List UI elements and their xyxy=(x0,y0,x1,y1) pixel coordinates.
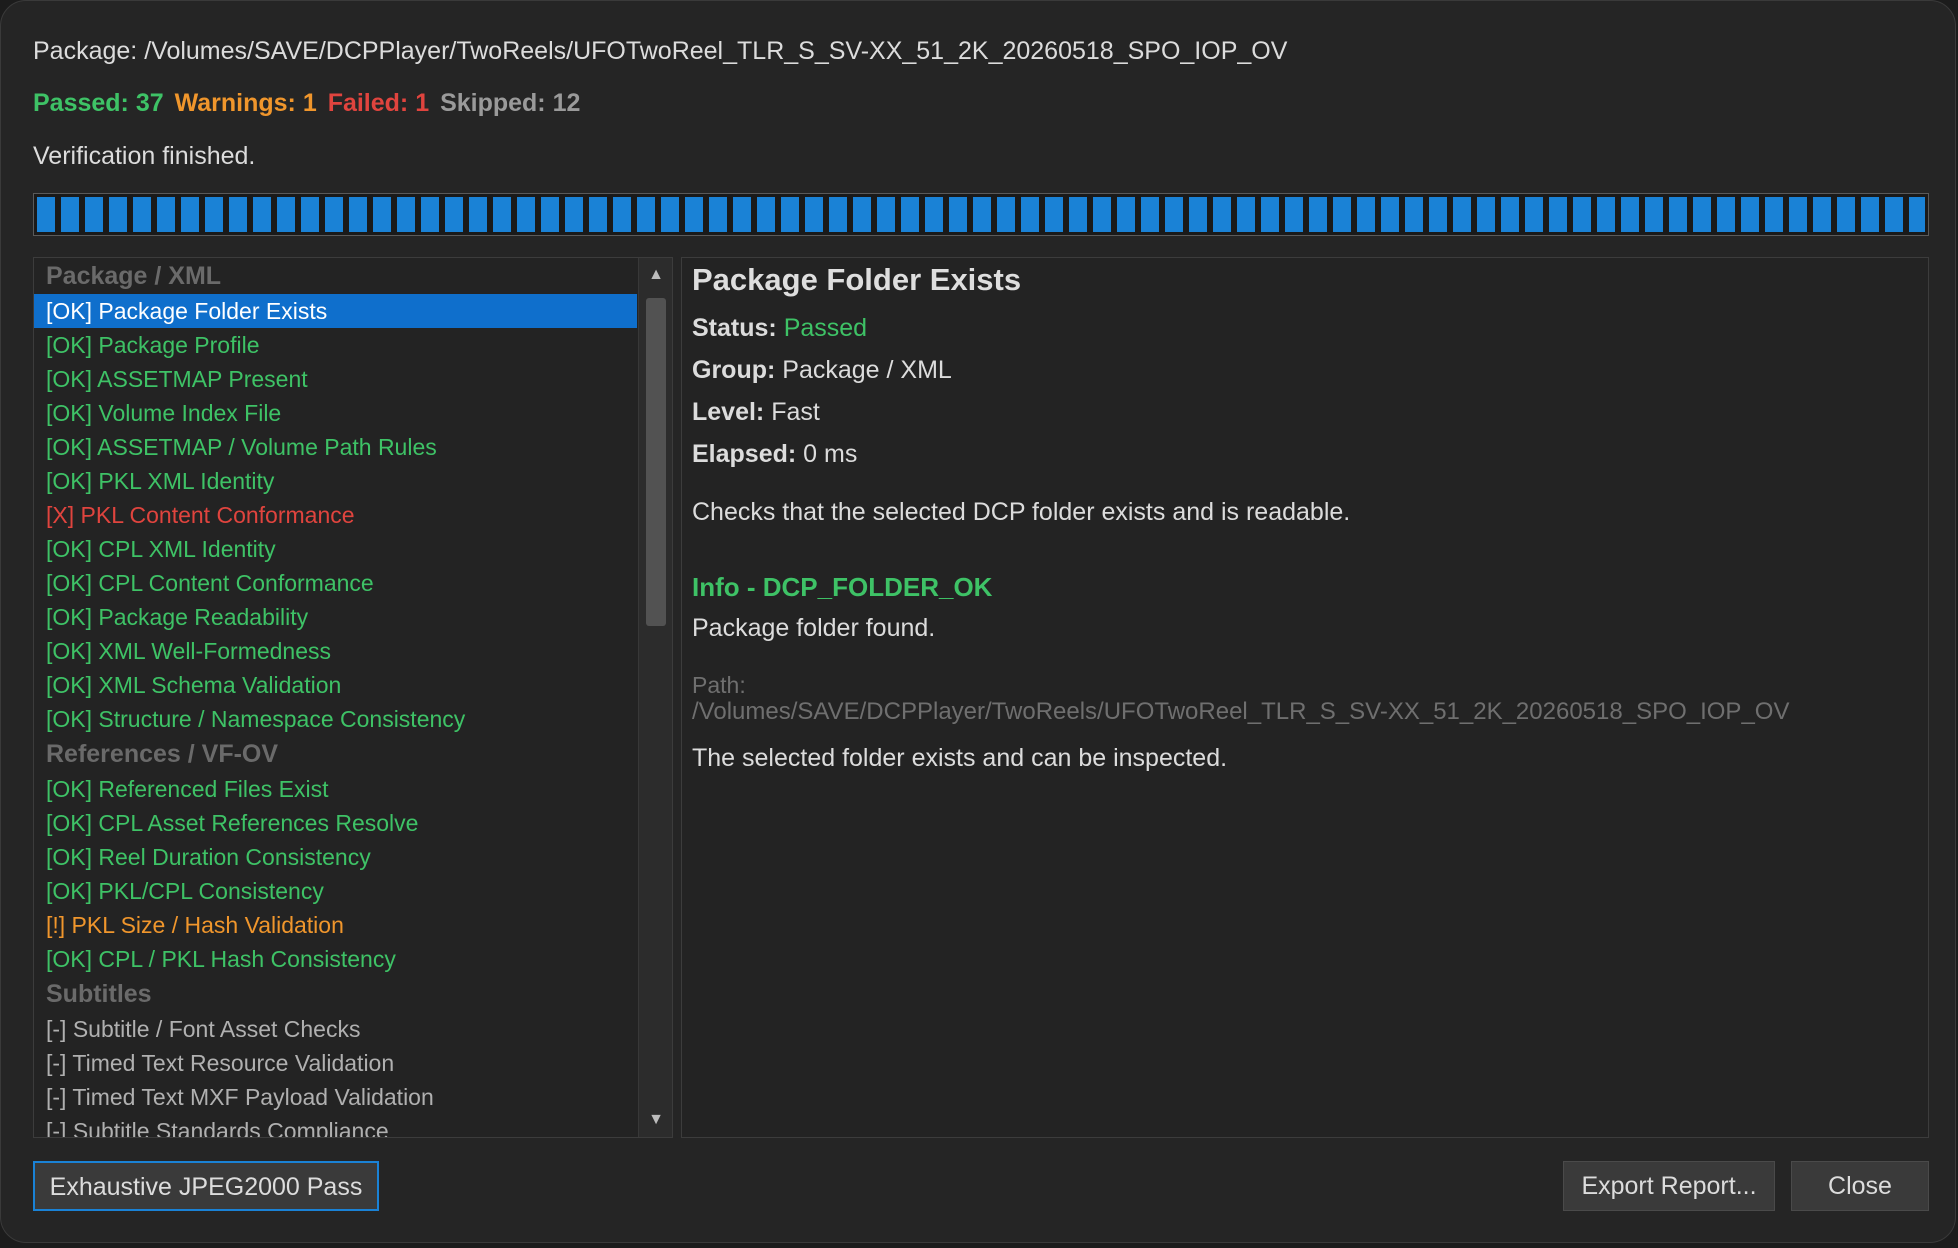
check-list-item[interactable]: [-] Subtitle Standards Compliance xyxy=(34,1114,637,1137)
warnings-count: Warnings: 1 xyxy=(174,89,317,117)
package-path-line: Package: /Volumes/SAVE/DCPPlayer/TwoReel… xyxy=(33,37,1287,66)
check-group-header: Subtitles xyxy=(46,980,152,1008)
scroll-down-arrow-icon[interactable]: ▼ xyxy=(639,1103,672,1137)
detail-status-label: Status: xyxy=(692,314,777,342)
checks-list-items: Package / XML [OK] Package Folder Exists[… xyxy=(34,258,637,1137)
detail-level-label: Level: xyxy=(692,398,765,426)
checks-list[interactable]: Package / XML [OK] Package Folder Exists[… xyxy=(33,257,673,1138)
check-list-item[interactable]: [OK] XML Schema Validation xyxy=(34,668,637,702)
check-list-item[interactable]: [OK] CPL / PKL Hash Consistency xyxy=(34,942,637,976)
check-list-item[interactable]: [OK] Structure / Namespace Consistency xyxy=(34,702,637,736)
progress-fill xyxy=(37,197,1925,232)
exhaustive-jpeg2000-button[interactable]: Exhaustive JPEG2000 Pass xyxy=(33,1161,379,1211)
progress-bar xyxy=(33,193,1929,236)
package-label: Package: xyxy=(33,37,138,65)
check-list-item[interactable]: [OK] ASSETMAP Present xyxy=(34,362,637,396)
detail-status-value: Passed xyxy=(783,314,868,342)
scroll-thumb[interactable] xyxy=(646,298,666,626)
scroll-up-arrow-icon[interactable]: ▲ xyxy=(639,258,672,292)
check-list-item[interactable]: [-] Timed Text MXF Payload Validation xyxy=(34,1080,637,1114)
detail-level-value: Fast xyxy=(771,398,820,426)
package-path: /Volumes/SAVE/DCPPlayer/TwoReels/UFOTwoR… xyxy=(144,37,1288,65)
check-list-item[interactable]: [OK] PKL XML Identity xyxy=(34,464,637,498)
close-button[interactable]: Close xyxy=(1791,1161,1929,1211)
check-list-item[interactable]: [OK] Package Profile xyxy=(34,328,637,362)
check-list-item[interactable]: [-] Subtitle / Font Asset Checks xyxy=(34,1012,637,1046)
detail-status: Status: Passed xyxy=(692,314,867,343)
passed-count: Passed: 37 xyxy=(33,89,164,117)
check-group-header: Package / XML xyxy=(46,262,222,290)
checks-list-scrollbar[interactable]: ▲ ▼ xyxy=(638,258,672,1137)
detail-conclusion: The selected folder exists and can be in… xyxy=(692,744,1228,772)
check-list-item[interactable]: [OK] XML Well-Formedness xyxy=(34,634,637,668)
detail-path-label: Path: xyxy=(692,672,746,698)
check-list-item[interactable]: [OK] Referenced Files Exist xyxy=(34,772,637,806)
check-list-item[interactable]: [!] PKL Size / Hash Validation xyxy=(34,908,637,942)
detail-title: Package Folder Exists xyxy=(692,262,1022,297)
detail-info-message: Package folder found. xyxy=(692,614,936,642)
check-list-item[interactable]: [OK] CPL XML Identity xyxy=(34,532,637,566)
result-counts: Passed: 37 Warnings: 1 Failed: 1 Skipped… xyxy=(33,89,584,118)
check-list-item[interactable]: [OK] PKL/CPL Consistency xyxy=(34,874,637,908)
export-report-button[interactable]: Export Report... xyxy=(1563,1161,1775,1211)
check-list-item[interactable]: [OK] Reel Duration Consistency xyxy=(34,840,637,874)
detail-path-value: /Volumes/SAVE/DCPPlayer/TwoReels/UFOTwoR… xyxy=(692,698,1790,725)
check-list-item[interactable]: [OK] Package Readability xyxy=(34,600,637,634)
check-list-item[interactable]: [X] PKL Content Conformance xyxy=(34,498,637,532)
verification-dialog: Package: /Volumes/SAVE/DCPPlayer/TwoReel… xyxy=(0,0,1956,1243)
check-list-item[interactable]: [OK] ASSETMAP / Volume Path Rules xyxy=(34,430,637,464)
detail-group-value: Package / XML xyxy=(782,356,952,384)
check-group-header: References / VF-OV xyxy=(46,740,279,768)
verification-status: Verification finished. xyxy=(33,142,256,170)
check-list-item[interactable]: [OK] CPL Asset References Resolve xyxy=(34,806,637,840)
failed-count: Failed: 1 xyxy=(327,89,430,117)
detail-elapsed-value: 0 ms xyxy=(803,440,858,468)
detail-info-title: Info - DCP_FOLDER_OK xyxy=(692,572,993,602)
detail-group: Group: Package / XML xyxy=(692,356,952,385)
detail-group-label: Group: xyxy=(692,356,776,384)
check-list-item[interactable]: [OK] CPL Content Conformance xyxy=(34,566,637,600)
check-detail-panel: Package Folder Exists Status: Passed Gro… xyxy=(681,257,1929,1138)
check-list-item[interactable]: [OK] Volume Index File xyxy=(34,396,637,430)
detail-level: Level: Fast xyxy=(692,398,820,427)
check-list-item[interactable]: [-] Timed Text Resource Validation xyxy=(34,1046,637,1080)
detail-elapsed: Elapsed: 0 ms xyxy=(692,440,857,469)
skipped-count: Skipped: 12 xyxy=(440,89,581,117)
check-list-item[interactable]: [OK] Package Folder Exists xyxy=(34,294,637,328)
detail-elapsed-label: Elapsed: xyxy=(692,440,797,468)
detail-description: Checks that the selected DCP folder exis… xyxy=(692,498,1351,526)
